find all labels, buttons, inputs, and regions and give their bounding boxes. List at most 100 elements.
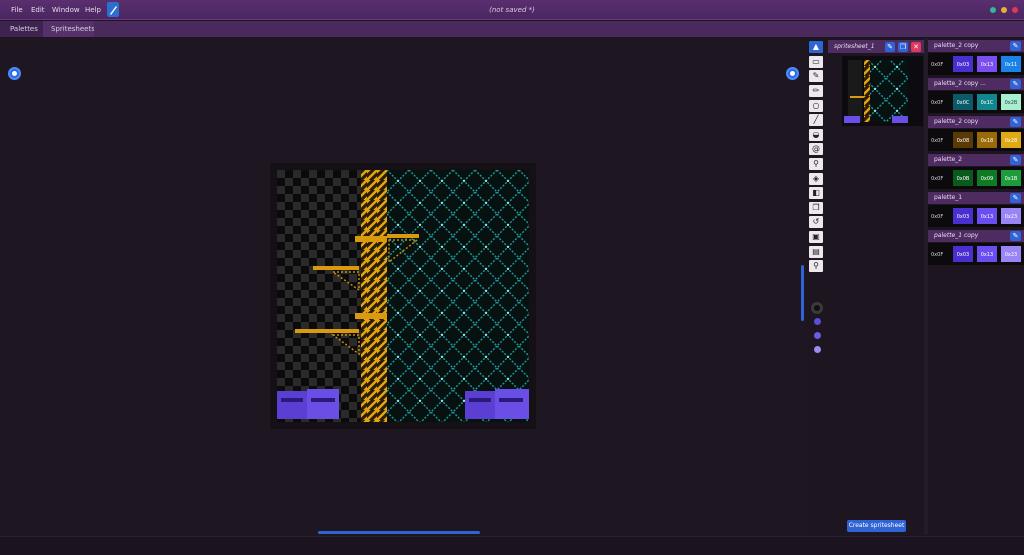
color-cell[interactable]: 0x2B: [1000, 93, 1022, 111]
pencil-icon: ✎: [1012, 232, 1019, 240]
color-cell[interactable]: 0x1B: [1000, 169, 1022, 187]
window-dot-yellow[interactable]: [1001, 7, 1007, 13]
color-cell[interactable]: 0x09: [976, 169, 998, 187]
pencil-icon: ✎: [1012, 80, 1019, 88]
eyedropper-tool[interactable]: ✎: [809, 70, 823, 82]
color-cell[interactable]: 0x0F: [928, 207, 950, 225]
horizontal-scrollbar[interactable]: [318, 531, 480, 534]
refresh-icon: [790, 71, 795, 76]
palette-header[interactable]: palette_2 copy ✎: [928, 40, 1024, 52]
pointer-tool[interactable]: ▲: [809, 41, 823, 53]
copy-tool[interactable]: ❐: [809, 202, 823, 214]
palette-card: palette_2 copy ✎ 0x0F 0x08 0x18 0x28: [928, 116, 1024, 152]
color-cell[interactable]: 0x11: [1000, 55, 1022, 73]
palette-card: palette_2 copy ... ✎ 0x0F 0x0C 0x1C 0x2B: [928, 78, 1024, 114]
pencil-icon: ✎: [1012, 42, 1019, 50]
color-cell[interactable]: 0x23: [1000, 207, 1022, 225]
palette-name: palette_2 copy ...: [934, 80, 986, 87]
stamp-tool[interactable]: ▣: [809, 231, 823, 243]
tab-bar-filler: [94, 21, 1024, 37]
color-cell[interactable]: 0x03: [952, 55, 974, 73]
sprite-canvas[interactable]: [270, 163, 536, 429]
brush-tool[interactable]: ⚲: [809, 158, 823, 170]
color-ring[interactable]: [811, 302, 823, 314]
line-tool[interactable]: ╱: [809, 114, 823, 126]
color-cell[interactable]: 0x0F: [928, 55, 950, 73]
color-cell[interactable]: 0x13: [976, 207, 998, 225]
pencil-tool[interactable]: ✏: [809, 85, 823, 97]
spritesheet-name: spritesheet_1: [834, 43, 875, 50]
palette-header[interactable]: palette_1 ✎: [928, 192, 1024, 204]
window-dot-green[interactable]: [990, 7, 996, 13]
palette-card: palette_1 ✎ 0x0F 0x03 0x13 0x23: [928, 192, 1024, 228]
pencil-icon: ✎: [1012, 118, 1019, 126]
select-rect-tool[interactable]: ▭: [809, 56, 823, 68]
palette-card: palette_2 ✎ 0x0F 0x0B 0x09 0x1B: [928, 154, 1024, 190]
edit-spritesheet-button[interactable]: ✎: [885, 42, 895, 52]
zoom-tool[interactable]: ⚲: [809, 260, 823, 272]
palette-name: palette_2 copy: [934, 42, 979, 49]
color-cell[interactable]: 0x03: [952, 245, 974, 263]
palette-card: palette_1 copy ✎ 0x0F 0x03 0x13 0x23: [928, 230, 1024, 266]
palette-header[interactable]: palette_1 copy ✎: [928, 230, 1024, 242]
circle-tool[interactable]: ○: [809, 100, 823, 112]
image-tool[interactable]: ▤: [809, 246, 823, 258]
sprite-art: [277, 170, 529, 422]
palette-dot-3[interactable]: [814, 346, 821, 353]
edit-palette-button[interactable]: ✎: [1010, 193, 1021, 203]
spritesheet-header[interactable]: spritesheet_1 ✎ ❐ ✕: [828, 40, 924, 53]
palette-colors: 0x0F 0x08 0x18 0x28: [928, 129, 1024, 151]
undo-tool[interactable]: ↺: [809, 216, 823, 228]
refresh-button[interactable]: [786, 67, 799, 80]
palette-header[interactable]: palette_2 copy ... ✎: [928, 78, 1024, 90]
menu-bar: File Edit Window Help (not saved *): [0, 0, 1024, 20]
delete-spritesheet-button[interactable]: ✕: [911, 42, 921, 52]
palette-header[interactable]: palette_2 ✎: [928, 154, 1024, 166]
trash-icon: ✕: [913, 43, 919, 51]
color-cell[interactable]: 0x0C: [952, 93, 974, 111]
spritesheet-thumbnail[interactable]: [842, 56, 923, 126]
color-cell[interactable]: 0x0B: [952, 169, 974, 187]
palette-name: palette_2: [934, 156, 963, 163]
edit-palette-button[interactable]: ✎: [1010, 231, 1021, 241]
window-dot-red[interactable]: [1012, 7, 1018, 13]
edit-palette-button[interactable]: ✎: [1010, 117, 1021, 127]
pencil-icon: ✎: [1012, 156, 1019, 164]
duplicate-spritesheet-button[interactable]: ❐: [898, 42, 908, 52]
color-cell[interactable]: 0x13: [976, 55, 998, 73]
color-cell[interactable]: 0x1C: [976, 93, 998, 111]
color-cell[interactable]: 0x0F: [928, 245, 950, 263]
palette-colors: 0x0F 0x03 0x13 0x11: [928, 53, 1024, 75]
thumbnail-art: [842, 56, 923, 126]
palette-name: palette_1 copy: [934, 232, 979, 239]
eraser-tool[interactable]: ◧: [809, 187, 823, 199]
palette-colors: 0x0F 0x0C 0x1C 0x2B: [928, 91, 1024, 113]
palette-colors: 0x0F 0x0B 0x09 0x1B: [928, 167, 1024, 189]
edit-palette-button[interactable]: ✎: [1010, 79, 1021, 89]
color-cell[interactable]: 0x13: [976, 245, 998, 263]
edit-palette-button[interactable]: ✎: [1010, 41, 1021, 51]
color-cell[interactable]: 0x03: [952, 207, 974, 225]
spiral-tool[interactable]: @: [809, 143, 823, 155]
color-cell[interactable]: 0x0F: [928, 169, 950, 187]
settings-button[interactable]: [8, 67, 21, 80]
color-cell[interactable]: 0x18: [976, 131, 998, 149]
palette-dot-2[interactable]: [814, 332, 821, 339]
palette-dot-1[interactable]: [814, 318, 821, 325]
color-cell[interactable]: 0x08: [952, 131, 974, 149]
paint-bucket-tool[interactable]: ◈: [809, 173, 823, 185]
document-title: (not saved *): [489, 6, 535, 14]
tab-palettes[interactable]: Palettes: [2, 21, 46, 37]
pencil-icon: ✎: [887, 43, 893, 51]
color-cell[interactable]: 0x28: [1000, 131, 1022, 149]
color-cell[interactable]: 0x23: [1000, 245, 1022, 263]
create-spritesheet-button[interactable]: Create spritesheet: [847, 520, 906, 532]
color-cell[interactable]: 0x0F: [928, 93, 950, 111]
tool-column: ▲ ▭ ✎ ✏ ○ ╱ ◒ @ ⚲ ◈ ◧ ❐ ↺ ▣ ▤ ⚲: [808, 40, 826, 272]
vertical-scrollbar[interactable]: [801, 265, 804, 321]
palette-header[interactable]: palette_2 copy ✎: [928, 116, 1024, 128]
palette-card: palette_2 copy ✎ 0x0F 0x03 0x13 0x11: [928, 40, 1024, 76]
color-cell[interactable]: 0x0F: [928, 131, 950, 149]
fill-tool[interactable]: ◒: [809, 129, 823, 141]
edit-palette-button[interactable]: ✎: [1010, 155, 1021, 165]
